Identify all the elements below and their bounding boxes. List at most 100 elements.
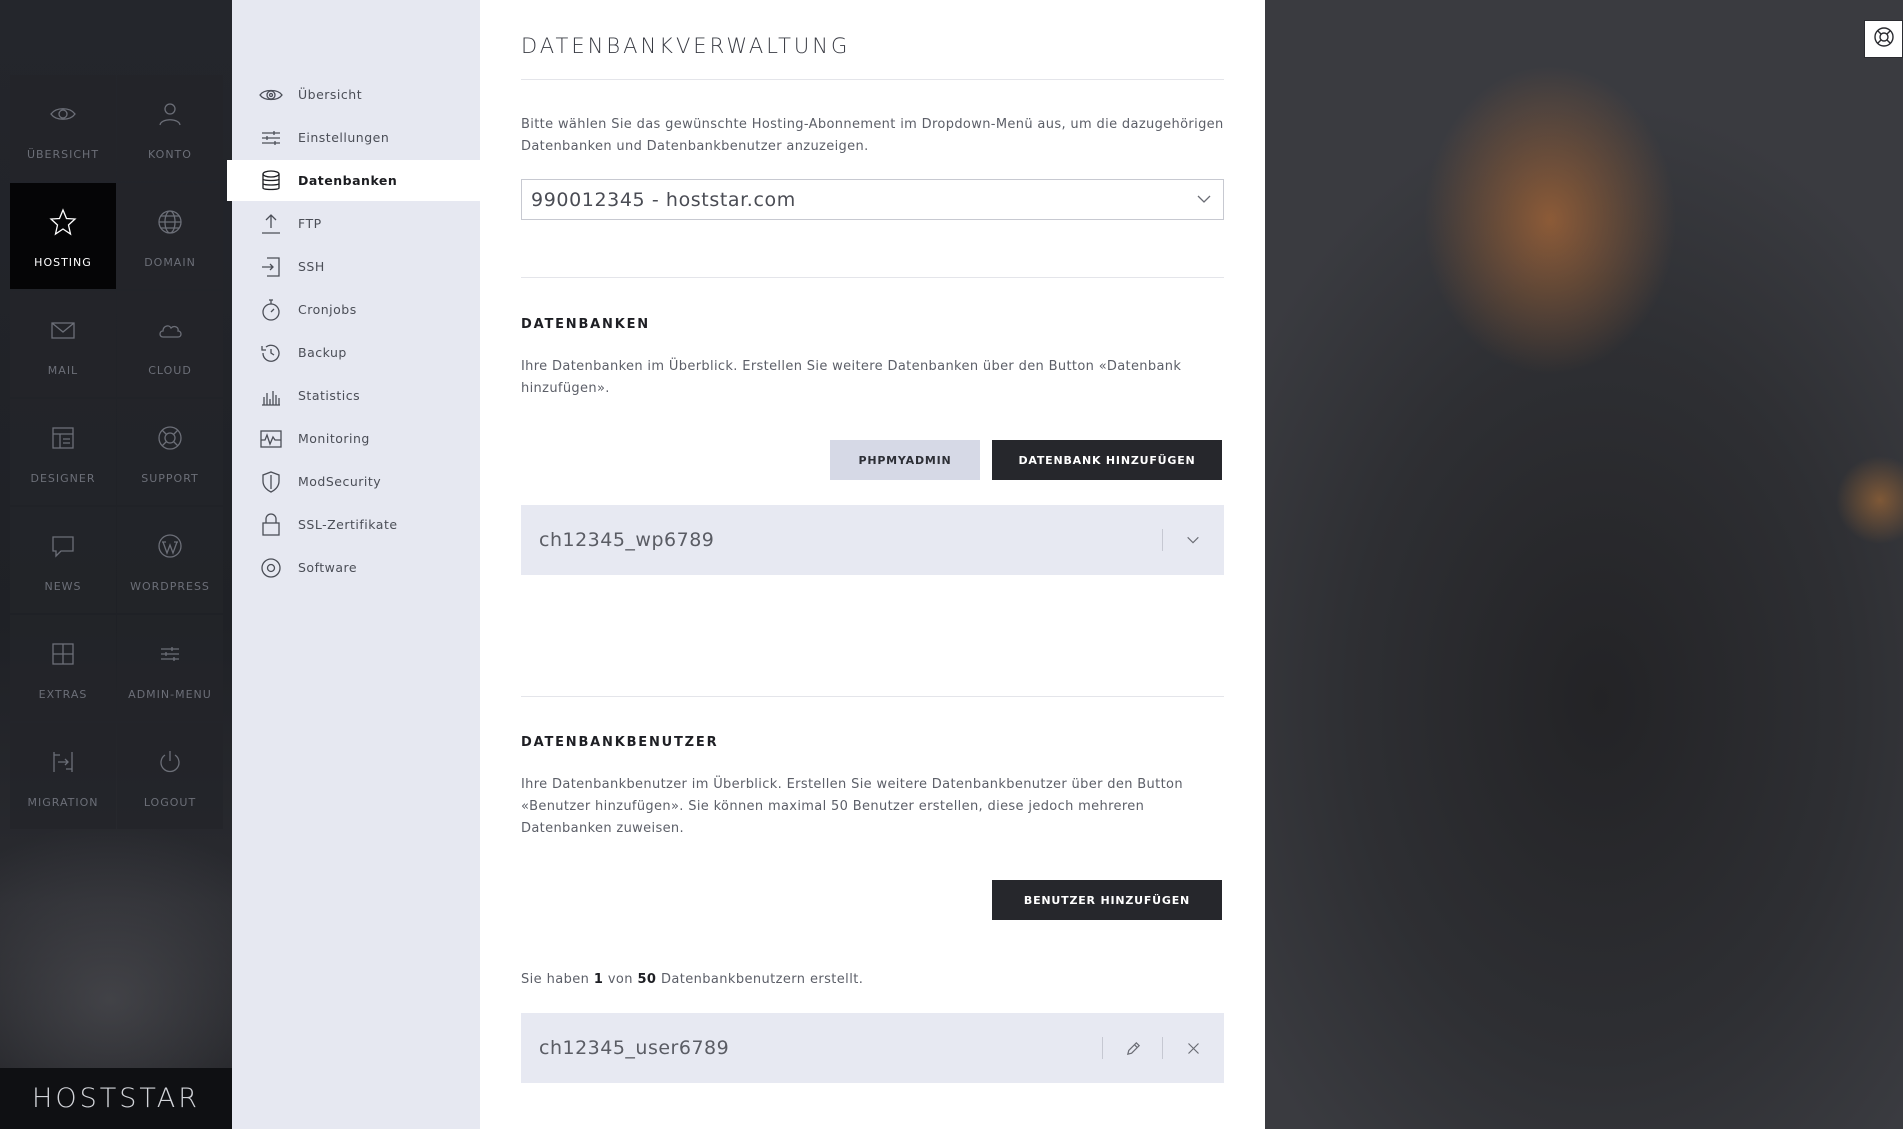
db-user-name: ch12345_user6789 (539, 1037, 730, 1059)
nav-tile-label: DESIGNER (30, 471, 96, 485)
submenu-item-label: Backup (298, 345, 347, 360)
pencil-icon[interactable] (1122, 1037, 1144, 1059)
help-button[interactable] (1864, 20, 1903, 58)
nav-tile-support[interactable]: SUPPORT (117, 399, 223, 505)
globe-icon (156, 204, 184, 240)
power-icon (156, 744, 184, 780)
submenu-item-modsecurity[interactable]: ModSecurity (232, 461, 480, 502)
nav-tile-label: KONTO (148, 147, 192, 161)
lifebuoy-icon (156, 420, 184, 456)
nav-tile-label: WORDPRESS (130, 579, 210, 593)
submenu-item-label: Software (298, 560, 358, 575)
database-row[interactable]: ch12345_wp6789 (521, 505, 1224, 575)
databases-description: Ihre Datenbanken im Überblick. Erstellen… (521, 359, 1182, 396)
nav-tile-label: HOSTING (34, 255, 92, 269)
counter-current: 1 (593, 972, 604, 987)
databases-heading: DATENBANKEN (521, 317, 650, 332)
layout-icon (49, 420, 77, 456)
brand-logo[interactable]: HOSTSTAR (0, 1068, 232, 1129)
submenu-item-label: Einstellungen (298, 130, 390, 145)
nav-tile-label: MAIL (47, 363, 79, 377)
nav-tile-news[interactable]: NEWS (10, 507, 116, 613)
submenu-item-backup[interactable]: Backup (232, 332, 480, 373)
submenu-item-label: FTP (298, 216, 322, 231)
db-users-description: Ihre Datenbankbenutzer im Überblick. Ers… (521, 777, 1183, 836)
nav-tile-domain[interactable]: DOMAIN (117, 183, 223, 289)
chevron-down-icon (1195, 190, 1213, 208)
counter-mid: von (607, 972, 633, 987)
history-icon (258, 340, 284, 366)
main-content: DATENBANKVERWALTUNG Bitte wählen Sie das… (480, 0, 1265, 1129)
add-database-button[interactable]: DATENBANK HINZUFÜGEN (992, 440, 1222, 480)
nav-tile-mail[interactable]: MAIL (10, 291, 116, 397)
nav-tile-cloud[interactable]: CLOUD (117, 291, 223, 397)
grid-plus-icon (49, 636, 77, 672)
divider (1102, 1037, 1103, 1059)
submenu-item-monitoring[interactable]: Monitoring (232, 418, 480, 459)
shield-icon (258, 469, 284, 495)
submenu-item-ssl-zertifikate[interactable]: SSL-Zertifikate (232, 504, 480, 545)
submenu-item-label: Statistics (298, 388, 361, 403)
sliders-icon (156, 636, 184, 672)
nav-tile-extras[interactable]: EXTRAS (10, 615, 116, 721)
chevron-down-icon[interactable] (1182, 529, 1204, 551)
nav-tile-logout[interactable]: LOGOUT (117, 723, 223, 829)
divider (521, 277, 1224, 278)
close-icon[interactable] (1182, 1037, 1204, 1059)
divider (521, 696, 1224, 697)
stopwatch-icon (258, 297, 284, 323)
nav-tile-label: DOMAIN (144, 255, 196, 269)
cloud-icon (156, 312, 184, 348)
submenu-item-label: SSH (298, 259, 325, 274)
submenu-item-ftp[interactable]: FTP (232, 203, 480, 244)
login-icon (258, 254, 284, 280)
pulse-icon (258, 426, 284, 452)
submenu-item-label: ModSecurity (298, 474, 382, 489)
submenu-item-label: Monitoring (298, 431, 370, 446)
lock-icon (258, 512, 284, 538)
divider (521, 79, 1224, 80)
divider (1162, 529, 1163, 551)
nav-tile-konto[interactable]: KONTO (117, 75, 223, 181)
nav-tile-label: SUPPORT (141, 471, 199, 485)
submenu-item-uebersicht[interactable]: Übersicht (232, 74, 480, 115)
nav-tile-hosting[interactable]: HOSTING (10, 183, 116, 289)
user-icon (156, 96, 184, 132)
submenu-item-label: Datenbanken (298, 173, 398, 188)
intro-text: Bitte wählen Sie das gewünschte Hosting-… (521, 117, 1224, 154)
submenu-item-statistics[interactable]: Statistics (232, 375, 480, 416)
sliders-icon (258, 125, 284, 151)
nav-tile-migration[interactable]: MIGRATION (10, 723, 116, 829)
submenu-item-label: SSL-Zertifikate (298, 517, 398, 532)
submenu-item-ssh[interactable]: SSH (232, 246, 480, 287)
upload-icon (258, 211, 284, 237)
db-users-heading: DATENBANKBENUTZER (521, 735, 719, 750)
nav-tile-wordpress[interactable]: WORDPRESS (117, 507, 223, 613)
migration-icon (49, 744, 77, 780)
db-user-row[interactable]: ch12345_user6789 (521, 1013, 1224, 1083)
add-user-button[interactable]: BENUTZER HINZUFÜGEN (992, 880, 1222, 920)
submenu-item-einstellungen[interactable]: Einstellungen (232, 117, 480, 158)
submenu-item-software[interactable]: Software (232, 547, 480, 588)
submenu-item-cronjobs[interactable]: Cronjobs (232, 289, 480, 330)
nav-tile-designer[interactable]: DESIGNER (10, 399, 116, 505)
submenu-item-datenbanken[interactable]: Datenbanken (227, 160, 480, 201)
nav-tile-label: ADMIN-MENU (128, 687, 212, 701)
star-icon (49, 204, 77, 240)
eye-icon (258, 82, 284, 108)
subscription-select-value: 990012345 - hoststar.com (531, 188, 796, 211)
counter-prefix: Sie haben (521, 972, 590, 987)
nav-tile-admin-menu[interactable]: ADMIN-MENU (117, 615, 223, 721)
speech-bubble-icon (49, 528, 77, 564)
phpmyadmin-button[interactable]: PHPMYADMIN (830, 440, 980, 480)
submenu-item-label: Übersicht (298, 87, 363, 102)
counter-suffix: Datenbankbenutzern erstellt. (660, 972, 864, 987)
wordpress-icon (156, 528, 184, 564)
nav-tile-label: CLOUD (148, 363, 192, 377)
nav-tile-label: EXTRAS (38, 687, 88, 701)
submenu-item-label: Cronjobs (298, 302, 357, 317)
nav-tile-uebersicht[interactable]: ÜBERSICHT (10, 75, 116, 181)
subscription-select[interactable]: 990012345 - hoststar.com (521, 179, 1224, 220)
database-icon (258, 168, 284, 194)
eye-icon (49, 96, 77, 132)
